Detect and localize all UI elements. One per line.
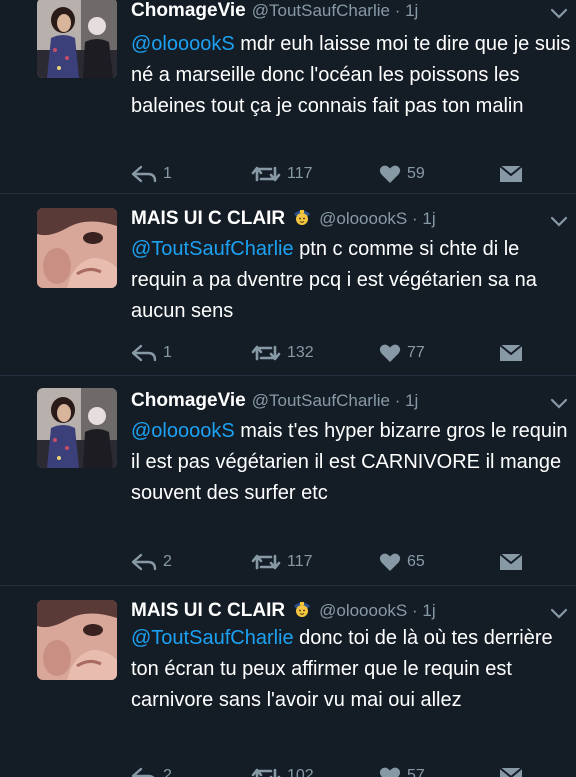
heart-icon (379, 553, 401, 571)
retweet-icon (251, 166, 281, 182)
reply-button[interactable]: 1 (131, 341, 172, 365)
heart-icon (379, 767, 401, 777)
tweet-item[interactable]: MAIS UI C CLAIR @olooookS · 1j @ToutSaufC… (0, 194, 576, 376)
tweet-header: ChomageVie @ToutSaufCharlie · 1j (131, 0, 536, 24)
chevron-down-icon[interactable] (550, 608, 568, 620)
tweet-item[interactable]: ChomageVie @ToutSaufCharlie · 1j @olooook… (0, 0, 576, 194)
photo-avatar-icon (37, 388, 117, 468)
reply-count: 2 (163, 553, 172, 570)
retweet-button[interactable]: 102 (251, 764, 314, 777)
mention-link[interactable]: @ToutSaufCharlie (131, 238, 294, 260)
tweet-item[interactable]: MAIS UI C CLAIR @olooookS · 1j @ToutSaufC… (0, 586, 576, 777)
retweet-icon (251, 554, 281, 570)
tweet-time[interactable]: 1j (422, 209, 435, 228)
reply-button[interactable]: 2 (131, 764, 172, 777)
retweet-button[interactable]: 117 (251, 162, 313, 186)
tweet-timeline: ChomageVie @ToutSaufCharlie · 1j @olooook… (0, 0, 576, 777)
like-button[interactable]: 65 (379, 550, 425, 574)
avatar[interactable] (37, 208, 117, 288)
avatar[interactable] (37, 388, 117, 468)
tweet-item[interactable]: ChomageVie @ToutSaufCharlie · 1j @olooook… (0, 376, 576, 586)
reply-count: 1 (163, 344, 172, 361)
direct-message-button[interactable] (499, 341, 529, 365)
author-name[interactable]: MAIS UI C CLAIR (131, 208, 285, 229)
like-button[interactable]: 77 (379, 341, 425, 365)
retweet-icon (251, 768, 281, 777)
retweet-button[interactable]: 132 (251, 341, 314, 365)
reply-count: 2 (163, 767, 172, 777)
reply-icon (131, 344, 157, 362)
face-closeup-avatar-icon (37, 208, 117, 288)
author-handle[interactable]: @olooookS · 1j (319, 601, 436, 620)
retweet-count: 102 (287, 767, 314, 777)
tweet-actions: 1 117 59 (131, 162, 536, 186)
author-handle[interactable]: @ToutSaufCharlie · 1j (252, 1, 419, 20)
reply-icon (131, 165, 157, 183)
retweet-count: 117 (287, 165, 313, 182)
tweet-time[interactable]: 1j (405, 1, 418, 20)
tweet-text: @olooookS mais t'es hyper bizarre gros l… (131, 420, 568, 504)
retweet-count: 117 (287, 553, 313, 570)
tweet-text: @olooookS mdr euh laisse moi te dire que… (131, 33, 571, 117)
author-name[interactable]: ChomageVie (131, 0, 246, 21)
avatar[interactable] (37, 600, 117, 680)
tweet-time[interactable]: 1j (405, 391, 418, 410)
mention-link[interactable]: @ToutSaufCharlie (131, 627, 294, 649)
tweet-actions: 1 132 77 (131, 341, 536, 365)
tweet-time[interactable]: 1j (422, 601, 435, 620)
like-button[interactable]: 57 (379, 764, 425, 777)
tweet-header: MAIS UI C CLAIR @olooookS · 1j (131, 596, 536, 624)
like-count: 77 (407, 344, 425, 361)
author-handle[interactable]: @olooookS · 1j (319, 209, 436, 228)
face-closeup-avatar-icon (37, 600, 117, 680)
author-name[interactable]: MAIS UI C CLAIR (131, 600, 285, 621)
mention-link[interactable]: @olooookS (131, 420, 235, 442)
reply-icon (131, 767, 154, 777)
tweet-header: MAIS UI C CLAIR @olooookS · 1j (131, 204, 536, 232)
tweet-text: @ToutSaufCharlie ptn c comme si chte di … (131, 238, 537, 322)
police-officer-emoji-icon (294, 602, 311, 617)
like-count: 65 (407, 553, 425, 570)
reply-button[interactable]: 1 (131, 162, 172, 186)
avatar[interactable] (37, 0, 117, 78)
tweet-header: ChomageVie @ToutSaufCharlie · 1j (131, 386, 536, 414)
mention-link[interactable]: @olooookS (131, 33, 235, 55)
envelope-icon (499, 165, 523, 182)
tweet-actions: 2 102 57 (131, 764, 536, 777)
retweet-icon (251, 345, 281, 361)
reply-button[interactable]: 2 (131, 550, 172, 574)
like-count: 59 (407, 165, 425, 182)
like-button[interactable]: 59 (379, 162, 425, 186)
envelope-icon (499, 767, 523, 777)
reply-icon (131, 553, 157, 571)
photo-avatar-icon (37, 0, 117, 78)
direct-message-button[interactable] (499, 162, 529, 186)
reply-count: 1 (163, 165, 172, 182)
heart-icon (379, 344, 401, 362)
chevron-down-icon[interactable] (550, 216, 568, 228)
police-officer-emoji-icon (294, 210, 311, 225)
direct-message-button[interactable] (499, 550, 529, 574)
heart-icon (379, 165, 401, 183)
author-name[interactable]: ChomageVie (131, 390, 246, 411)
retweet-count: 132 (287, 344, 314, 361)
tweet-text: @ToutSaufCharlie donc toi de là où tes d… (131, 627, 553, 711)
retweet-button[interactable]: 117 (251, 550, 313, 574)
chevron-down-icon[interactable] (550, 8, 568, 20)
chevron-down-icon[interactable] (550, 398, 568, 410)
tweet-actions: 2 117 65 (131, 550, 536, 574)
envelope-icon (499, 553, 523, 570)
author-handle[interactable]: @ToutSaufCharlie · 1j (252, 391, 419, 410)
like-count: 57 (407, 767, 425, 777)
envelope-icon (499, 344, 523, 361)
direct-message-button[interactable] (499, 764, 529, 777)
